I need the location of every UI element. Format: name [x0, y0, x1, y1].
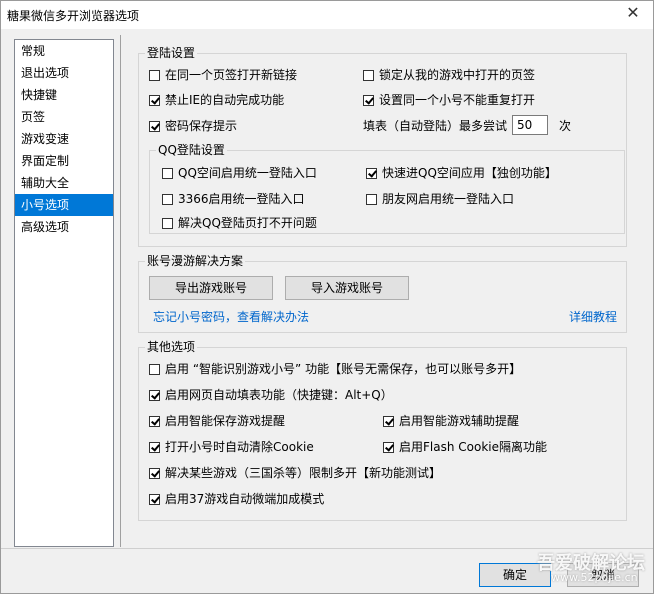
fill-retry-unit: 次: [559, 119, 572, 133]
other-options-group: 其他选项 启用 “智能识别游戏小号” 功能【账号无需保存，也可以账号多开】 启用…: [138, 340, 627, 521]
auto-fill-option[interactable]: 启用网页自动填表功能（快捷键：Alt+Q）: [149, 387, 393, 403]
fill-retry-label: 填表（自动登陆）最多尝试: [363, 119, 508, 133]
qzone-unified-checkbox[interactable]: [162, 168, 173, 179]
forgot-password-link[interactable]: 忘记小号密码，查看解决办法: [153, 308, 309, 325]
disable-ie-autocomplete-label: 禁止IE的自动完成功能: [165, 93, 285, 107]
unlock-multi-option[interactable]: 解决某些游戏（三国杀等）限制多开【新功能测试】: [149, 465, 441, 481]
title-bar: 糖果微信多开浏览器选项 ✕: [1, 1, 653, 29]
pengyou-unified-label: 朋友网启用统一登陆入口: [382, 192, 515, 206]
qzone-fast-option[interactable]: 快速进QQ空间应用【独创功能】: [366, 165, 557, 181]
c3366-unified-option[interactable]: 3366启用统一登陆入口: [162, 191, 305, 207]
login-settings-group: 登陆设置 在同一个页签打开新链接 锁定从我的游戏中打开的页签 禁止IE的自动完成…: [138, 46, 627, 247]
lock-game-page-option[interactable]: 锁定从我的游戏中打开的页签: [363, 67, 535, 83]
qzone-unified-label: QQ空间启用统一登陆入口: [178, 166, 317, 180]
sidebar-item-hotkeys[interactable]: 快捷键: [15, 84, 113, 106]
clear-cookie-option[interactable]: 打开小号时自动清除Cookie: [149, 439, 314, 455]
open-new-link-option[interactable]: 在同一个页签打开新链接: [149, 67, 297, 83]
smart-identify-checkbox[interactable]: [149, 364, 160, 375]
sidebar-item-ui-custom[interactable]: 界面定制: [15, 150, 113, 172]
smart-assist-remind-checkbox[interactable]: [383, 416, 394, 427]
disable-ie-autocomplete-option[interactable]: 禁止IE的自动完成功能: [149, 92, 284, 108]
smart-identify-label: 启用 “智能识别游戏小号” 功能【账号无需保存，也可以账号多开】: [165, 362, 522, 376]
sidebar-item-tabs[interactable]: 页签: [15, 106, 113, 128]
sidebar-item-game-speed[interactable]: 游戏变速: [15, 128, 113, 150]
sidebar-item-alt-accounts[interactable]: 小号选项: [15, 194, 113, 216]
clear-cookie-checkbox[interactable]: [149, 442, 160, 453]
no-duplicate-account-checkbox[interactable]: [363, 95, 374, 106]
smart-save-remind-checkbox[interactable]: [149, 416, 160, 427]
disable-ie-autocomplete-checkbox[interactable]: [149, 95, 160, 106]
smart-save-remind-label: 启用智能保存游戏提醒: [165, 414, 286, 428]
fill-retry-input[interactable]: [512, 115, 548, 135]
no-duplicate-account-label: 设置同一个小号不能重复打开: [379, 93, 536, 107]
flash-cookie-label: 启用Flash Cookie隔离功能: [399, 440, 547, 454]
qq-login-group: QQ登陆设置 QQ空间启用统一登陆入口 快速进QQ空间应用【独创功能】 3366…: [149, 143, 625, 234]
tutorial-link[interactable]: 详细教程: [569, 308, 617, 325]
options-window: 糖果微信多开浏览器选项 ✕ 常规 退出选项 快捷键 页签 游戏变速 界面定制 辅…: [0, 0, 654, 594]
unlock-multi-checkbox[interactable]: [149, 468, 160, 479]
export-accounts-button[interactable]: 导出游戏账号: [149, 276, 273, 300]
lock-game-page-label: 锁定从我的游戏中打开的页签: [379, 68, 536, 82]
qq-login-legend: QQ登陆设置: [156, 143, 227, 157]
sidebar-item-general[interactable]: 常规: [15, 40, 113, 62]
save-password-option[interactable]: 密码保存提示: [149, 118, 237, 134]
c3366-unified-checkbox[interactable]: [162, 194, 173, 205]
sidebar-item-exit-options[interactable]: 退出选项: [15, 62, 113, 84]
pengyou-unified-checkbox[interactable]: [366, 194, 377, 205]
open-new-link-label: 在同一个页签打开新链接: [165, 68, 298, 82]
fix-qq-login-checkbox[interactable]: [162, 218, 173, 229]
smart-assist-remind-option[interactable]: 启用智能游戏辅助提醒: [383, 413, 519, 429]
import-accounts-button[interactable]: 导入游戏账号: [285, 276, 409, 300]
auto-fill-label: 启用网页自动填表功能（快捷键：Alt+Q）: [165, 388, 393, 402]
microclient-37-checkbox[interactable]: [149, 494, 160, 505]
options-sidebar: 常规 退出选项 快捷键 页签 游戏变速 界面定制 辅助大全 小号选项 高级选项: [14, 39, 114, 547]
smart-save-remind-option[interactable]: 启用智能保存游戏提醒: [149, 413, 285, 429]
smart-identify-option[interactable]: 启用 “智能识别游戏小号” 功能【账号无需保存，也可以账号多开】: [149, 361, 521, 377]
microclient-37-option[interactable]: 启用37游戏自动微端加成模式: [149, 491, 324, 507]
sidebar-item-advanced[interactable]: 高级选项: [15, 216, 113, 238]
open-new-link-checkbox[interactable]: [149, 70, 160, 81]
smart-assist-remind-label: 启用智能游戏辅助提醒: [399, 414, 520, 428]
other-options-legend: 其他选项: [145, 340, 198, 354]
c3366-unified-label: 3366启用统一登陆入口: [178, 192, 305, 206]
unlock-multi-label: 解决某些游戏（三国杀等）限制多开【新功能测试】: [165, 466, 442, 480]
roaming-legend: 账号漫游解决方案: [145, 254, 246, 268]
login-settings-legend: 登陆设置: [145, 46, 198, 60]
qzone-fast-checkbox[interactable]: [366, 168, 377, 179]
close-icon[interactable]: ✕: [623, 3, 643, 23]
fix-qq-login-label: 解决QQ登陆页打不开问题: [178, 216, 317, 230]
pengyou-unified-option[interactable]: 朋友网启用统一登陆入口: [366, 191, 514, 207]
save-password-checkbox[interactable]: [149, 121, 160, 132]
lock-game-page-checkbox[interactable]: [363, 70, 374, 81]
save-password-label: 密码保存提示: [165, 119, 238, 133]
qzone-unified-option[interactable]: QQ空间启用统一登陆入口: [162, 165, 317, 181]
clear-cookie-label: 打开小号时自动清除Cookie: [165, 440, 314, 454]
watermark: 吾爱破解论坛 www.52pojie.cn: [531, 549, 651, 591]
flash-cookie-option[interactable]: 启用Flash Cookie隔离功能: [383, 439, 547, 455]
no-duplicate-account-option[interactable]: 设置同一个小号不能重复打开: [363, 92, 535, 108]
window-title: 糖果微信多开浏览器选项: [7, 9, 140, 23]
microclient-37-label: 启用37游戏自动微端加成模式: [165, 492, 325, 506]
vertical-divider: [120, 35, 121, 547]
fix-qq-login-option[interactable]: 解决QQ登陆页打不开问题: [162, 215, 317, 231]
watermark-line2: www.52pojie.cn: [551, 571, 638, 584]
roaming-group: 账号漫游解决方案 导出游戏账号 导入游戏账号 忘记小号密码，查看解决办法 详细教…: [138, 254, 627, 333]
auto-fill-checkbox[interactable]: [149, 390, 160, 401]
qzone-fast-label: 快速进QQ空间应用【独创功能】: [382, 166, 557, 180]
flash-cookie-checkbox[interactable]: [383, 442, 394, 453]
sidebar-item-assist[interactable]: 辅助大全: [15, 172, 113, 194]
